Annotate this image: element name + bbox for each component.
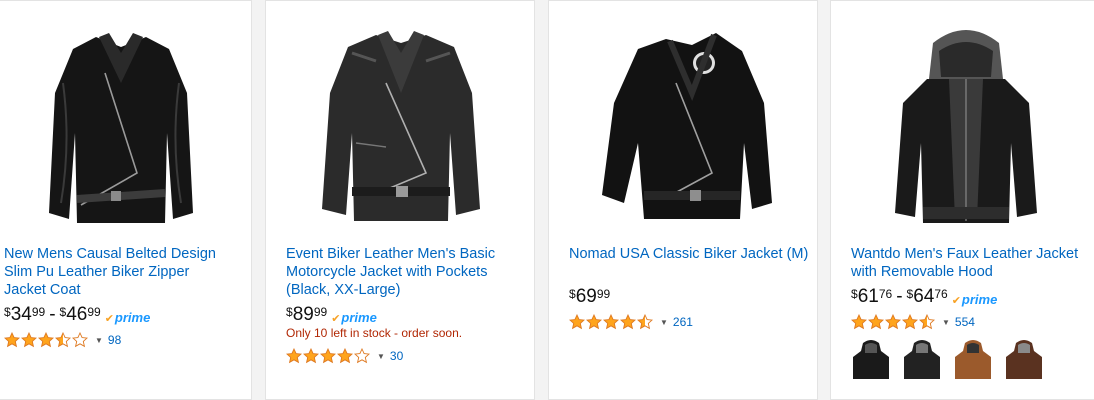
product-rating[interactable]: ▼ 261: [569, 314, 693, 330]
star-icon: [303, 348, 319, 364]
product-rating[interactable]: ▼ 30: [286, 348, 403, 364]
swatch-black[interactable]: [851, 337, 891, 381]
star-icon: [354, 348, 370, 364]
caret-down-icon[interactable]: ▼: [942, 318, 950, 327]
product-price: $89 99 ✔ prime: [286, 304, 377, 325]
prime-check-icon: ✔: [951, 295, 961, 307]
product-image[interactable]: [891, 23, 1041, 233]
product-grid: New Mens Causal Belted Design Slim Pu Le…: [0, 0, 1094, 400]
star-icon: [320, 348, 336, 364]
star-icon: [620, 314, 636, 330]
product-title[interactable]: Nomad USA Classic Biker Jacket (M): [569, 245, 809, 263]
prime-badge: ✔ prime: [104, 310, 151, 325]
product-image[interactable]: [594, 23, 779, 233]
product-card[interactable]: Event Biker Leather Men's Basic Motorcyc…: [265, 0, 535, 400]
rating-stars[interactable]: [851, 314, 936, 330]
product-title[interactable]: Event Biker Leather Men's Basic Motorcyc…: [286, 245, 521, 299]
star-icon: [902, 314, 918, 330]
caret-down-icon[interactable]: ▼: [660, 318, 668, 327]
prime-badge: ✔ prime: [951, 292, 998, 307]
star-icon: [569, 314, 585, 330]
star-icon: [851, 314, 867, 330]
prime-check-icon: ✔: [331, 313, 341, 325]
product-rating[interactable]: ▼ 554: [851, 314, 975, 330]
product-card[interactable]: Nomad USA Classic Biker Jacket (M) $69 99…: [548, 0, 818, 400]
product-title[interactable]: New Mens Causal Belted Design Slim Pu Le…: [4, 245, 234, 299]
prime-badge: ✔ prime: [331, 310, 377, 325]
star-icon: [603, 314, 619, 330]
product-price: $69 99: [569, 286, 611, 307]
star-icon: [885, 314, 901, 330]
caret-down-icon[interactable]: ▼: [95, 336, 103, 345]
star-icon: [55, 332, 71, 348]
star-icon: [38, 332, 54, 348]
star-icon: [919, 314, 935, 330]
star-icon: [637, 314, 653, 330]
product-title[interactable]: Wantdo Men's Faux Leather Jacket with Re…: [851, 245, 1081, 281]
color-swatches: [851, 337, 1055, 381]
rating-stars[interactable]: [569, 314, 654, 330]
product-image[interactable]: [41, 23, 201, 233]
prime-check-icon: ✔: [104, 313, 114, 325]
product-image[interactable]: [316, 23, 486, 233]
star-icon: [72, 332, 88, 348]
product-price: $34 99 - $46 99 ✔ prime: [4, 304, 151, 325]
swatch-dark-brown[interactable]: [1004, 337, 1044, 381]
rating-stars[interactable]: [286, 348, 371, 364]
product-card[interactable]: Wantdo Men's Faux Leather Jacket with Re…: [830, 0, 1094, 400]
product-rating[interactable]: ▼ 98: [4, 332, 121, 348]
review-count[interactable]: 261: [673, 315, 693, 329]
star-icon: [286, 348, 302, 364]
star-icon: [4, 332, 20, 348]
stock-note: Only 10 left in stock - order soon.: [286, 326, 463, 340]
caret-down-icon[interactable]: ▼: [377, 352, 385, 361]
star-icon: [21, 332, 37, 348]
rating-stars[interactable]: [4, 332, 89, 348]
swatch-black-gray[interactable]: [902, 337, 942, 381]
review-count[interactable]: 554: [955, 315, 975, 329]
star-icon: [337, 348, 353, 364]
product-card[interactable]: New Mens Causal Belted Design Slim Pu Le…: [0, 0, 252, 400]
product-price: $61 76 - $64 76 ✔ prime: [851, 286, 998, 307]
star-icon: [868, 314, 884, 330]
review-count[interactable]: 98: [108, 333, 121, 347]
swatch-brown[interactable]: [953, 337, 993, 381]
review-count[interactable]: 30: [390, 349, 403, 363]
star-icon: [586, 314, 602, 330]
